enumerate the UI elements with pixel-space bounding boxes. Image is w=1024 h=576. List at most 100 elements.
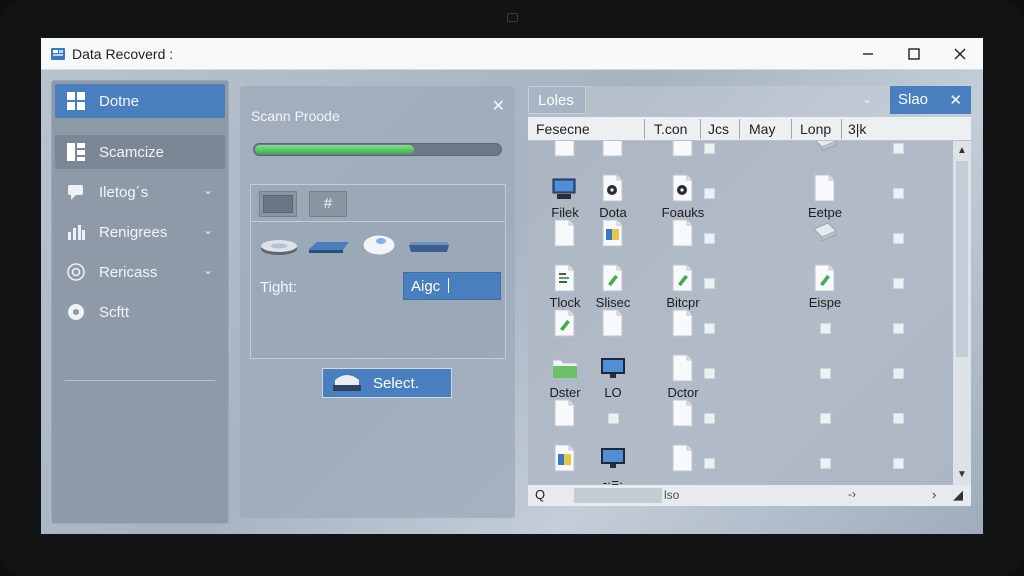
doc-icon	[602, 309, 623, 337]
column-header[interactable]: 3|k	[848, 121, 866, 137]
column-header[interactable]: Jcs	[708, 121, 729, 137]
file-item[interactable]	[538, 141, 592, 157]
file-name: -·=·	[602, 475, 624, 485]
file-item[interactable]	[586, 309, 640, 337]
row-checkbox[interactable]	[893, 233, 904, 244]
ssd-icon[interactable]	[307, 237, 351, 257]
row-checkbox[interactable]	[820, 458, 831, 469]
column-divider[interactable]	[644, 119, 645, 139]
file-item[interactable]	[656, 399, 710, 427]
align-input[interactable]: Aigc	[403, 272, 501, 300]
vertical-scrollbar[interactable]: ▲ ▼	[953, 141, 971, 485]
row-checkbox[interactable]	[704, 188, 715, 199]
row-checkbox[interactable]	[820, 413, 831, 424]
image-icon	[554, 444, 575, 472]
sidebar-item-label: Rericass	[99, 263, 158, 281]
row-checkbox[interactable]	[893, 413, 904, 424]
tab-hash[interactable]: #	[309, 191, 347, 217]
row-checkbox[interactable]	[608, 413, 619, 424]
row-checkbox[interactable]	[893, 143, 904, 154]
file-item[interactable]: Dota	[586, 174, 640, 220]
file-item[interactable]: Dctor	[656, 354, 710, 400]
filter-chip-label: Slao	[898, 91, 929, 108]
file-item[interactable]	[538, 399, 592, 427]
file-item[interactable]	[656, 141, 710, 157]
row-checkbox[interactable]	[820, 323, 831, 334]
file-item[interactable]	[656, 219, 710, 247]
column-divider[interactable]	[739, 119, 740, 139]
green-doc-icon	[554, 309, 575, 337]
chevron-down-icon[interactable]: ⌄	[862, 92, 872, 106]
file-item[interactable]: Foauks	[656, 174, 710, 220]
file-item[interactable]	[798, 141, 852, 157]
row-checkbox[interactable]	[893, 458, 904, 469]
sidebar-item-dotne[interactable]: Dotne	[55, 84, 225, 118]
row-checkbox[interactable]	[704, 458, 715, 469]
disk-icon[interactable]	[407, 237, 451, 257]
sidebar-item-renigrees[interactable]: Renigrees ⌄	[55, 215, 225, 249]
sidebar-item-rericass[interactable]: Rericass ⌄	[55, 255, 225, 289]
scroll-thumb[interactable]	[956, 161, 968, 357]
file-item[interactable]: Tlock	[538, 264, 592, 310]
row-checkbox[interactable]	[704, 278, 715, 289]
file-item[interactable]	[656, 309, 710, 337]
row-checkbox[interactable]	[893, 188, 904, 199]
file-item[interactable]: LO	[586, 354, 640, 400]
file-item[interactable]: Eispe	[798, 264, 852, 310]
resize-grip-icon[interactable]: ◢	[953, 487, 963, 503]
file-item[interactable]	[538, 309, 592, 337]
row-checkbox[interactable]	[893, 323, 904, 334]
maximize-button[interactable]	[891, 38, 937, 70]
scroll-up-icon[interactable]: ▲	[957, 145, 967, 156]
row-checkbox[interactable]	[704, 233, 715, 244]
close-icon[interactable]: ✕	[492, 96, 505, 116]
file-name: Bitcpr	[666, 295, 700, 310]
row-checkbox[interactable]	[704, 413, 715, 424]
filter-chip[interactable]: Slao ✕	[890, 86, 971, 114]
file-item[interactable]	[656, 444, 710, 472]
sidebar-item-iletogs[interactable]: Iletog´s ⌄	[55, 175, 225, 209]
file-item[interactable]: -·=·	[586, 444, 640, 485]
doc-icon	[814, 174, 835, 202]
row-checkbox[interactable]	[893, 278, 904, 289]
file-item[interactable]	[538, 444, 592, 472]
horizontal-scroll-thumb[interactable]	[574, 488, 662, 503]
scan-progress-fill	[255, 145, 415, 154]
column-header[interactable]: Lonp	[800, 121, 831, 137]
search-icon[interactable]: Q	[535, 487, 545, 502]
row-checkbox[interactable]	[820, 368, 831, 379]
tab-drive-view[interactable]	[259, 191, 297, 217]
select-button[interactable]: Select.	[322, 368, 452, 398]
sidebar-item-scamcize[interactable]: Scamcize	[55, 135, 225, 169]
row-checkbox[interactable]	[704, 368, 715, 379]
close-button[interactable]	[937, 38, 983, 70]
row-checkbox[interactable]	[893, 368, 904, 379]
column-divider[interactable]	[791, 119, 792, 139]
hdd-icon[interactable]	[260, 237, 298, 257]
row-checkbox[interactable]	[704, 323, 715, 334]
column-header[interactable]: May	[749, 121, 775, 137]
file-item[interactable]	[586, 219, 640, 247]
file-item[interactable]: Bitcpr	[656, 264, 710, 310]
folder-icon	[552, 359, 578, 379]
file-item[interactable]	[798, 219, 852, 247]
column-divider[interactable]	[841, 119, 842, 139]
column-divider[interactable]	[700, 119, 701, 139]
column-header[interactable]: T.con	[654, 121, 687, 137]
close-icon[interactable]: ✕	[949, 91, 962, 109]
file-item[interactable]: Slisec	[586, 264, 640, 310]
minimize-button[interactable]	[845, 38, 891, 70]
file-item[interactable]	[538, 219, 592, 247]
column-header[interactable]: Fesecne	[536, 121, 590, 137]
scroll-down-icon[interactable]: ▼	[957, 469, 967, 480]
monitor-icon	[601, 358, 625, 378]
mouse-icon[interactable]	[361, 231, 397, 257]
sidebar-item-scftt[interactable]: Scftt	[55, 295, 225, 329]
file-item[interactable]: Filek	[538, 174, 592, 220]
file-item[interactable]	[586, 141, 640, 157]
row-checkbox[interactable]	[704, 143, 715, 154]
scroll-right-icon[interactable]: ›	[932, 487, 936, 502]
tab-loles[interactable]: Loles	[528, 86, 586, 114]
file-item[interactable]: Dster	[538, 354, 592, 400]
file-item[interactable]: Eetpe	[798, 174, 852, 220]
